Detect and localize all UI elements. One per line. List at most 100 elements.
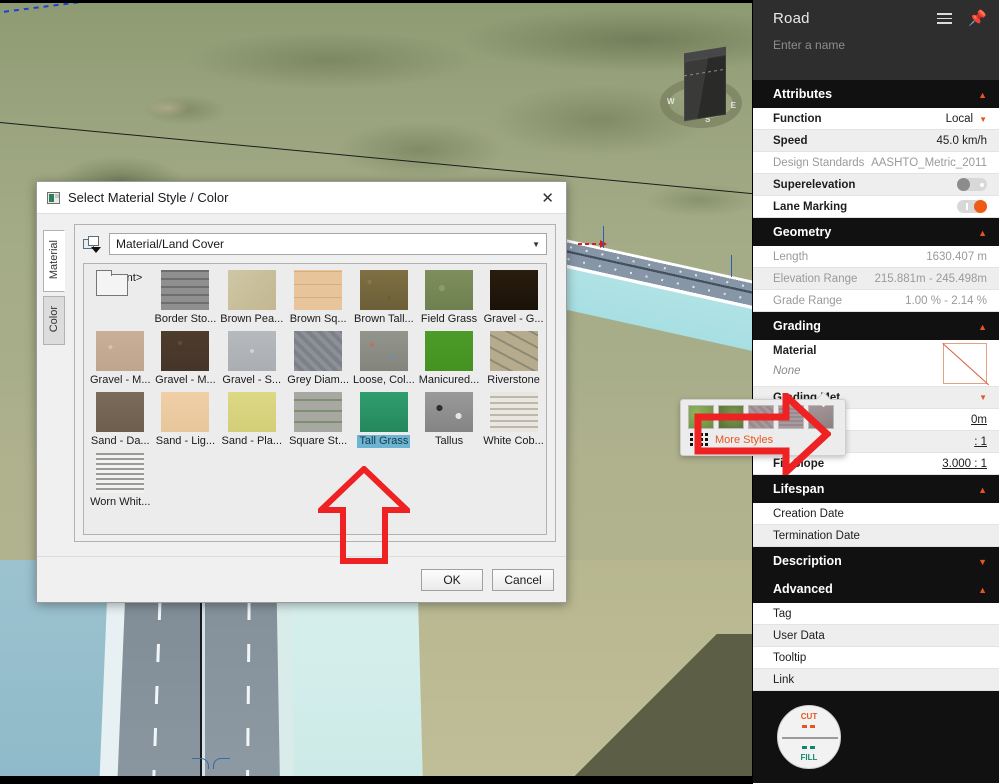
grid-item-label: Field Grass bbox=[420, 313, 478, 325]
browse-library-icon[interactable] bbox=[83, 235, 101, 253]
grid-item-gravel-m1[interactable]: Gravel - M... bbox=[88, 331, 153, 387]
name-input-placeholder[interactable]: Enter a name bbox=[773, 38, 985, 52]
section-header-description[interactable]: Description bbox=[753, 547, 999, 575]
grid-item-gravel-g[interactable]: Gravel - G... bbox=[481, 270, 546, 326]
label-termination-date: Termination Date bbox=[773, 529, 860, 542]
material-grid-container[interactable]: <parent> Border Sto... Brown Pea... Brown … bbox=[83, 263, 547, 535]
ok-button[interactable]: OK bbox=[421, 568, 483, 591]
select-material-dialog[interactable]: Select Material Style / Color ✕ Material… bbox=[36, 181, 567, 603]
value-grading-limit[interactable]: 0m bbox=[971, 414, 987, 426]
material-grid[interactable]: <parent> Border Sto... Brown Pea... Brown … bbox=[88, 270, 544, 509]
grid-item-sand-plain[interactable]: Sand - Pla... bbox=[218, 392, 285, 448]
section-header-attributes[interactable]: Attributes bbox=[753, 80, 999, 108]
material-thumbnail bbox=[359, 392, 408, 432]
pin-icon[interactable]: 📌 bbox=[968, 11, 987, 26]
properties-panel[interactable]: Road Enter a name 📌 Attributes Function … bbox=[680, 0, 999, 784]
row-function[interactable]: Function Local ▼ bbox=[753, 108, 999, 130]
compass-west-label: W bbox=[667, 97, 675, 106]
grid-item-loose-col[interactable]: Loose, Col... bbox=[351, 331, 417, 387]
grid-item-label: Sand - Lig... bbox=[155, 435, 216, 447]
material-thumbnail bbox=[161, 392, 210, 432]
grid-item-worn-white[interactable]: Worn Whit... bbox=[88, 453, 153, 509]
label-link: Link bbox=[773, 673, 795, 686]
chevron-up-icon[interactable] bbox=[978, 226, 987, 238]
grid-item-square-stone[interactable]: Square St... bbox=[285, 392, 351, 448]
material-thumbnail bbox=[161, 331, 210, 371]
material-thumbnail bbox=[294, 270, 343, 310]
value-length: 1630.407 m bbox=[926, 250, 987, 263]
toggle-lane-marking[interactable] bbox=[957, 200, 987, 213]
grid-item-white-cobble[interactable]: White Cob... bbox=[481, 392, 546, 448]
grid-item-label: Grey Diam... bbox=[287, 374, 349, 386]
dialog-titlebar[interactable]: Select Material Style / Color ✕ bbox=[37, 182, 566, 214]
material-thumbnail bbox=[425, 270, 474, 310]
grid-item-brown-tall[interactable]: Brown Tall... bbox=[351, 270, 417, 326]
label-grade-range: Grade Range bbox=[773, 294, 843, 307]
grid-item-field-grass[interactable]: Field Grass bbox=[417, 270, 482, 326]
row-link[interactable]: Link bbox=[753, 669, 999, 691]
category-combo[interactable]: Material/Land Cover ▼ bbox=[109, 233, 547, 255]
label-creation-date: Creation Date bbox=[773, 507, 844, 520]
dialog-body: Material Color Material/Land Cover ▼ <pa… bbox=[37, 214, 566, 554]
material-none-swatch[interactable] bbox=[943, 343, 987, 384]
hamburger-menu-icon[interactable] bbox=[937, 13, 953, 24]
chevron-up-icon[interactable] bbox=[978, 583, 987, 595]
cancel-button[interactable]: Cancel bbox=[492, 568, 554, 591]
chevron-up-icon[interactable] bbox=[978, 88, 987, 100]
section-header-lifespan[interactable]: Lifespan bbox=[753, 475, 999, 503]
bridge-post-left bbox=[603, 226, 604, 248]
row-user-data[interactable]: User Data bbox=[753, 625, 999, 647]
row-tag[interactable]: Tag bbox=[753, 603, 999, 625]
grid-item-brown-pea[interactable]: Brown Pea... bbox=[218, 270, 285, 326]
toggle-superelevation[interactable] bbox=[957, 178, 987, 191]
tab-material[interactable]: Material bbox=[43, 230, 65, 293]
row-length: Length 1630.407 m bbox=[753, 246, 999, 268]
section-header-grading[interactable]: Grading bbox=[753, 312, 999, 340]
value-fill-slope[interactable]: 3.000 : 1 bbox=[942, 458, 987, 470]
section-header-geometry[interactable]: Geometry bbox=[753, 218, 999, 246]
grid-item-brown-square[interactable]: Brown Sq... bbox=[285, 270, 351, 326]
grid-item-sand-dark[interactable]: Sand - Da... bbox=[88, 392, 153, 448]
row-tooltip[interactable]: Tooltip bbox=[753, 647, 999, 669]
grid-item-tallus[interactable]: Tallus bbox=[417, 392, 482, 448]
material-thumbnail bbox=[489, 331, 538, 371]
grid-item-parent[interactable]: <parent> bbox=[88, 270, 153, 326]
tab-color[interactable]: Color bbox=[43, 296, 65, 346]
cut-fill-indicator[interactable]: CUT FILL bbox=[777, 705, 841, 769]
red-direction-marker-icon bbox=[578, 240, 607, 248]
grid-item-riverstone[interactable]: Riverstone bbox=[481, 331, 546, 387]
grid-item-grey-diamond[interactable]: Grey Diam... bbox=[285, 331, 351, 387]
value-cut-slope[interactable]: : 1 bbox=[974, 436, 987, 448]
material-thumbnail bbox=[425, 331, 474, 371]
grid-item-manicured[interactable]: Manicured... bbox=[417, 331, 482, 387]
caret-down-icon[interactable]: ▼ bbox=[979, 393, 987, 402]
caret-down-icon[interactable]: ▼ bbox=[979, 115, 987, 124]
row-lane-marking[interactable]: Lane Marking bbox=[753, 196, 999, 218]
row-speed[interactable]: Speed 45.0 km/h bbox=[753, 130, 999, 152]
chevron-up-icon[interactable] bbox=[978, 483, 987, 495]
grid-item-border-stone[interactable]: Border Sto... bbox=[153, 270, 219, 326]
dialog-vertical-tabs[interactable]: Material Color bbox=[43, 230, 65, 349]
grid-item-sand-light[interactable]: Sand - Lig... bbox=[153, 392, 219, 448]
grid-item-tall-grass[interactable]: Tall Grass bbox=[351, 392, 417, 448]
grid-item-label: Sand - Da... bbox=[90, 435, 150, 447]
chevron-up-icon[interactable] bbox=[978, 320, 987, 332]
material-thumbnail bbox=[489, 270, 538, 310]
section-title-grading: Grading bbox=[773, 319, 821, 333]
view-cube-icon[interactable] bbox=[684, 46, 726, 122]
label-tooltip: Tooltip bbox=[773, 651, 807, 664]
grid-item-gravel-s[interactable]: Gravel - S... bbox=[218, 331, 285, 387]
grid-item-gravel-m2[interactable]: Gravel - M... bbox=[153, 331, 219, 387]
row-termination-date[interactable]: Termination Date bbox=[753, 525, 999, 547]
material-thumbnail bbox=[359, 331, 408, 371]
row-superelevation[interactable]: Superelevation bbox=[753, 174, 999, 196]
chevron-down-icon[interactable]: ▼ bbox=[532, 240, 540, 249]
section-header-advanced[interactable]: Advanced bbox=[753, 575, 999, 603]
close-icon[interactable]: ✕ bbox=[537, 189, 558, 207]
row-creation-date[interactable]: Creation Date bbox=[753, 503, 999, 525]
label-elevation-range: Elevation Range bbox=[773, 272, 858, 285]
chevron-down-icon[interactable] bbox=[978, 555, 987, 567]
grid-item-label: Gravel - S... bbox=[222, 374, 282, 386]
row-material[interactable]: Material None bbox=[753, 340, 999, 387]
navigation-cube-widget[interactable]: W E S bbox=[650, 46, 750, 138]
